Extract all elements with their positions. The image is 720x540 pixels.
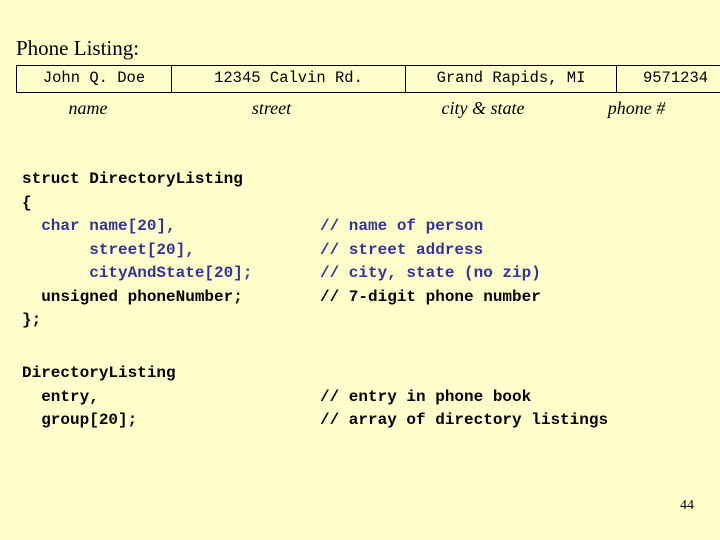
code-text: cityAndState[20]; xyxy=(22,264,253,282)
code-comment: // street address xyxy=(320,240,484,259)
code-text: }; xyxy=(22,311,42,329)
code-text: { xyxy=(22,193,32,212)
table-row: John Q. Doe 12345 Calvin Rd. Grand Rapid… xyxy=(16,65,720,93)
code-line: unsigned phoneNumber; // 7-digit phone nu… xyxy=(22,286,541,310)
code-comment: // 7-digit phone number xyxy=(320,287,541,306)
code-line: }; xyxy=(22,309,252,333)
cell-phone: 9571234 xyxy=(616,65,720,93)
phone-listing-table: John Q. Doe 12345 Calvin Rd. Grand Rapid… xyxy=(16,65,720,93)
page-number: 44 xyxy=(680,498,694,513)
code-text: group[20]; xyxy=(22,411,138,429)
caption-name: name xyxy=(68,98,108,118)
code-line: cityAndState[20]; // city, state (no zip) xyxy=(22,262,541,286)
table-captions: name street city & state phone # xyxy=(16,96,690,122)
code-comment: // entry in phone book xyxy=(320,387,532,406)
code-comment: // city, state (no zip) xyxy=(320,264,541,282)
code-line: { xyxy=(22,192,252,216)
code-line: char name[20], // name of person xyxy=(22,215,483,239)
code-text: unsigned phoneNumber; xyxy=(22,287,243,306)
code-text: char name[20], xyxy=(22,217,176,235)
code-text: struct DirectoryListing xyxy=(22,170,243,188)
code-line: struct DirectoryListing xyxy=(22,168,252,192)
caption-street: street xyxy=(251,98,292,118)
code-line: DirectoryListing xyxy=(22,362,176,386)
cell-street: 12345 Calvin Rd. xyxy=(171,65,406,93)
code-comment: // name of person xyxy=(320,217,484,235)
caption-city-state: city & state xyxy=(441,98,525,118)
code-line: entry, // entry in phone book xyxy=(22,386,531,410)
code-comment: // array of directory listings xyxy=(320,411,609,429)
cell-name: John Q. Doe xyxy=(16,65,172,93)
slide-canvas: Phone Listing: John Q. Doe 12345 Calvin … xyxy=(0,0,720,540)
code-line: street[20], // street address xyxy=(22,239,483,263)
code-line: group[20]; // array of directory listings xyxy=(22,409,608,433)
code-text: DirectoryListing xyxy=(22,364,176,382)
code-text: entry, xyxy=(22,387,99,406)
cell-city-state: Grand Rapids, MI xyxy=(405,65,617,93)
code-block-variable-declaration: DirectoryListing entry, // entry in phone… xyxy=(22,362,608,433)
code-block-struct-definition: struct DirectoryListing { char name[20], /… xyxy=(22,168,541,333)
code-text: street[20], xyxy=(22,240,195,259)
caption-phone: phone # xyxy=(607,98,666,118)
page-title: Phone Listing: xyxy=(16,36,140,60)
